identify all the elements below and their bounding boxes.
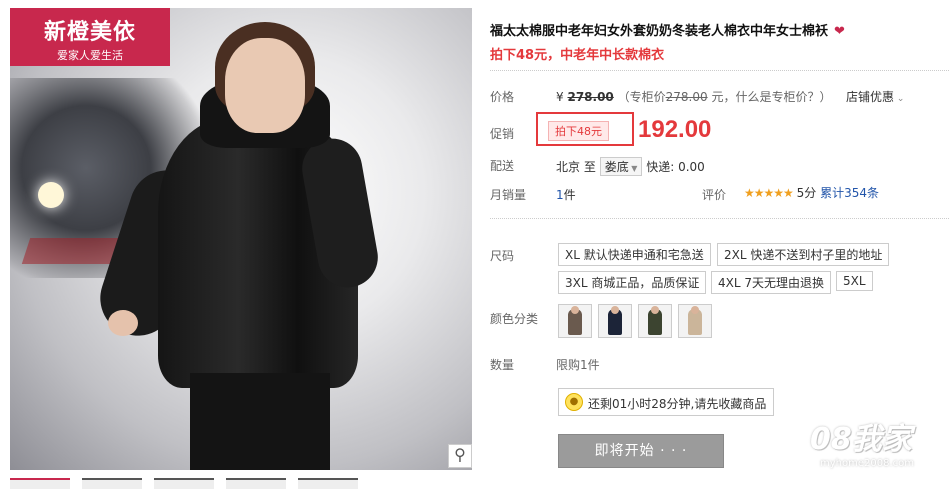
rating-row: ★★★★★ 5分 累计354条 (744, 184, 879, 201)
site-watermark: 08我家 myhome2008.com (750, 408, 945, 478)
star-rating-icon: ★★★★★ (744, 186, 794, 200)
size-option-xl[interactable]: XL 默认快递申通和宅急送 (558, 243, 711, 266)
color-swatch-1[interactable] (558, 304, 592, 338)
rating-score: 5分 (796, 186, 817, 200)
thumbnail-3[interactable] (154, 478, 214, 489)
sales-unit: 件 (563, 188, 576, 202)
thumbnail-2[interactable] (82, 478, 142, 489)
divider (490, 70, 949, 71)
size-option-2xl[interactable]: 2XL 快递不送到村子里的地址 (717, 243, 890, 266)
swatch-head (611, 306, 619, 314)
price-label: 价格 (490, 90, 515, 104)
quantity-limit: 限购1件 (556, 358, 600, 372)
currency-symbol: ¥ (556, 90, 564, 104)
thumbnail-strip (10, 478, 472, 489)
reminder-text: 还剩01小时28分钟,请先收藏商品 (588, 397, 767, 411)
ship-to-word: 至 (583, 160, 596, 174)
shipping-row: 北京 至 娄底 ▼ 快递: 0.00 (556, 157, 705, 176)
heart-icon[interactable]: ❤ (834, 24, 848, 39)
lightbulb-icon: ● (565, 393, 583, 411)
promo-label: 促销 (490, 127, 515, 141)
swatch-head (691, 306, 699, 314)
watermark-brand: 08我家 (810, 422, 912, 457)
product-photo[interactable] (10, 8, 472, 470)
price-row: ¥ 278.00 （专柜价278.00 元，什么是专柜价？） (556, 88, 831, 105)
size-option-3xl[interactable]: 3XL 商城正品，品质保证 (558, 271, 707, 294)
quantity-label: 数量 (490, 358, 515, 372)
product-title-text: 福太太棉服中老年妇女外套奶奶冬装老人棉衣中年女士棉袄 (490, 24, 829, 39)
house-logo-icon (752, 413, 808, 464)
train-headlight (38, 182, 64, 208)
sales-label: 月销量 (490, 188, 527, 202)
rating-label: 评价 (702, 188, 727, 202)
sales-value: 1件 (556, 186, 576, 203)
magnifier-icon[interactable]: ⚲ (448, 444, 472, 468)
ship-from: 北京 (556, 160, 581, 174)
review-count-link[interactable]: 累计354条 (820, 186, 879, 200)
sales-count[interactable]: 1 (556, 188, 564, 202)
color-swatch-2[interactable] (598, 304, 632, 338)
shop-discount-label: 店铺优惠 (846, 90, 895, 104)
caret-down-icon: ▼ (628, 164, 638, 173)
promo-price: 192.00 (638, 116, 712, 143)
swatch-head (651, 306, 659, 314)
size-option-5xl[interactable]: 5XL (836, 271, 873, 291)
thumbnail-4[interactable] (226, 478, 286, 489)
watermark-url: myhome2008.com (820, 458, 914, 469)
model-pants (190, 373, 330, 470)
counter-price: 278.00 (665, 90, 708, 104)
model-hand (108, 310, 138, 336)
counter-price-prefix: （专柜价 (617, 90, 666, 104)
shipping-label: 配送 (490, 159, 515, 173)
swatch-head (571, 306, 579, 314)
color-label: 颜色分类 (490, 312, 539, 326)
brand-slogan: 爱家人爱生活 (57, 49, 123, 62)
divider (490, 218, 949, 219)
model-face (225, 38, 305, 133)
promo-tag: 拍下48元 (548, 121, 609, 141)
reminder-notice: ● 还剩01小时28分钟,请先收藏商品 (558, 388, 774, 416)
thumbnail-5[interactable] (298, 478, 358, 489)
price-panel: 价格 ¥ 278.00 （专柜价278.00 元，什么是专柜价？） 店铺优惠 ⌄… (490, 72, 949, 212)
color-swatch-3[interactable] (638, 304, 672, 338)
size-option-4xl[interactable]: 4XL 7天无理由退换 (711, 271, 831, 294)
chevron-down-icon: ⌄ (894, 94, 905, 104)
brand-logo: 新橙美依 爱家人爱生活 (10, 8, 170, 66)
size-label: 尺码 (490, 249, 515, 263)
destination-value: 娄底 (604, 160, 629, 174)
thumbnail-1[interactable] (10, 478, 70, 489)
original-price: 278.00 (567, 90, 614, 104)
product-gallery: 新橙美依 爱家人爱生活 ⚲ (10, 8, 472, 470)
express-fee: 快递: 0.00 (646, 160, 705, 174)
coming-soon-button[interactable]: 即将开始 · · · (558, 434, 724, 468)
product-subtitle: 拍下48元，中老年中长款棉衣 (490, 48, 665, 63)
product-title: 福太太棉服中老年妇女外套奶奶冬装老人棉衣中年女士棉袄 ❤ (490, 20, 930, 39)
destination-select[interactable]: 娄底 ▼ (599, 157, 643, 176)
shop-discount-dropdown[interactable]: 店铺优惠 ⌄ (846, 88, 904, 105)
brand-name: 新橙美依 (43, 19, 136, 45)
counter-price-suffix[interactable]: 元，什么是专柜价？） (711, 90, 831, 104)
color-swatch-4[interactable] (678, 304, 712, 338)
